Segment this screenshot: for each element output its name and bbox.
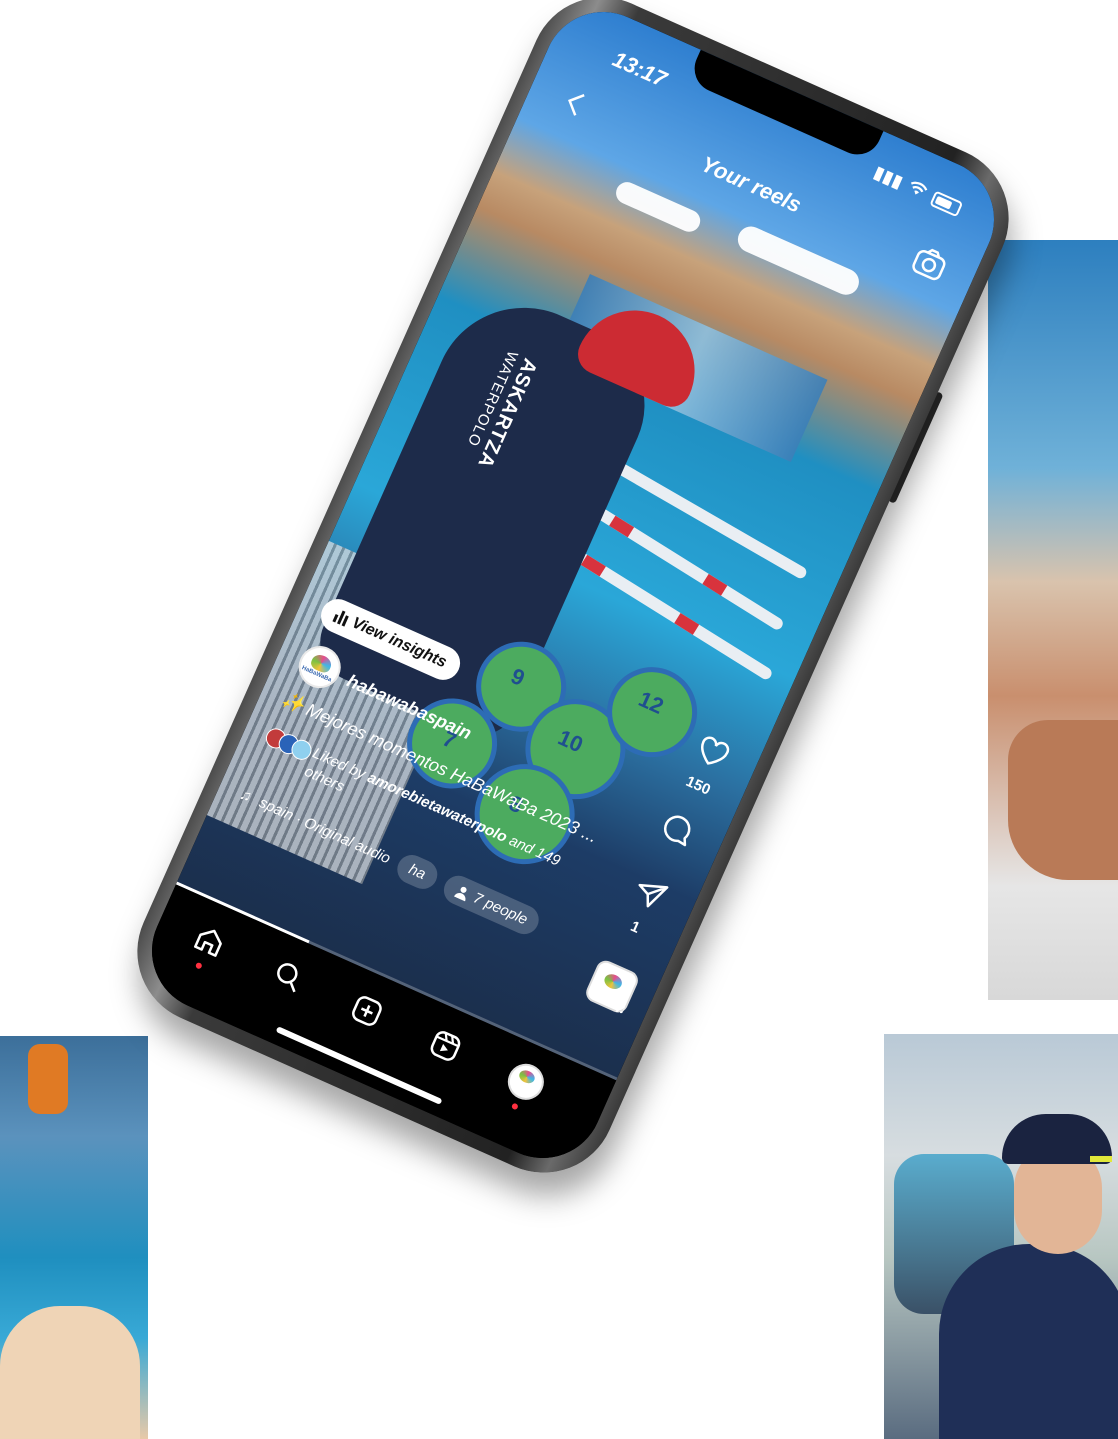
insights-icon [332, 609, 350, 627]
photo-cap-stripe [1090, 1156, 1112, 1162]
comment-button[interactable] [654, 809, 701, 858]
photo-photographer [28, 1044, 68, 1114]
tab-home[interactable] [183, 915, 236, 970]
reels-screen: ASKARTZA WATERPOLO 7 8 9 10 12 13:17 ▮▮▮… [132, 0, 1014, 1178]
comment-icon [663, 815, 691, 847]
photo-swimmer [0, 1306, 140, 1439]
background-photo-bottom-left [0, 1036, 148, 1439]
background-photo-right [988, 240, 1118, 1000]
person-icon [453, 886, 467, 901]
tab-profile[interactable] [499, 1055, 552, 1111]
home-icon [194, 929, 222, 957]
tab-reels[interactable] [419, 1020, 472, 1073]
profile-avatar [502, 1058, 550, 1106]
plus-square-icon [352, 996, 382, 1026]
photo-hoodie [939, 1244, 1118, 1439]
share-button[interactable] [625, 872, 672, 921]
search-icon [277, 963, 298, 993]
audio-chip-label: ha [406, 860, 429, 884]
share-count: 1 [627, 917, 643, 937]
photo-arm [1008, 720, 1118, 880]
reels-icon [430, 1031, 461, 1061]
phone-mockup: ASKARTZA WATERPOLO 7 8 9 10 12 13:17 ▮▮▮… [114, 0, 1032, 1196]
notification-dot [510, 1102, 519, 1111]
share-icon [638, 883, 669, 908]
like-count: 150 [683, 772, 714, 799]
reel-video[interactable]: ASKARTZA WATERPOLO 7 8 9 10 12 [175, 0, 1014, 1081]
background-photo-bottom-right [884, 1034, 1118, 1439]
tab-search[interactable] [262, 950, 315, 1003]
notification-dot [194, 961, 203, 970]
tab-create[interactable] [341, 985, 394, 1038]
avatar-logo-text: HaBaWaBa [300, 665, 333, 684]
